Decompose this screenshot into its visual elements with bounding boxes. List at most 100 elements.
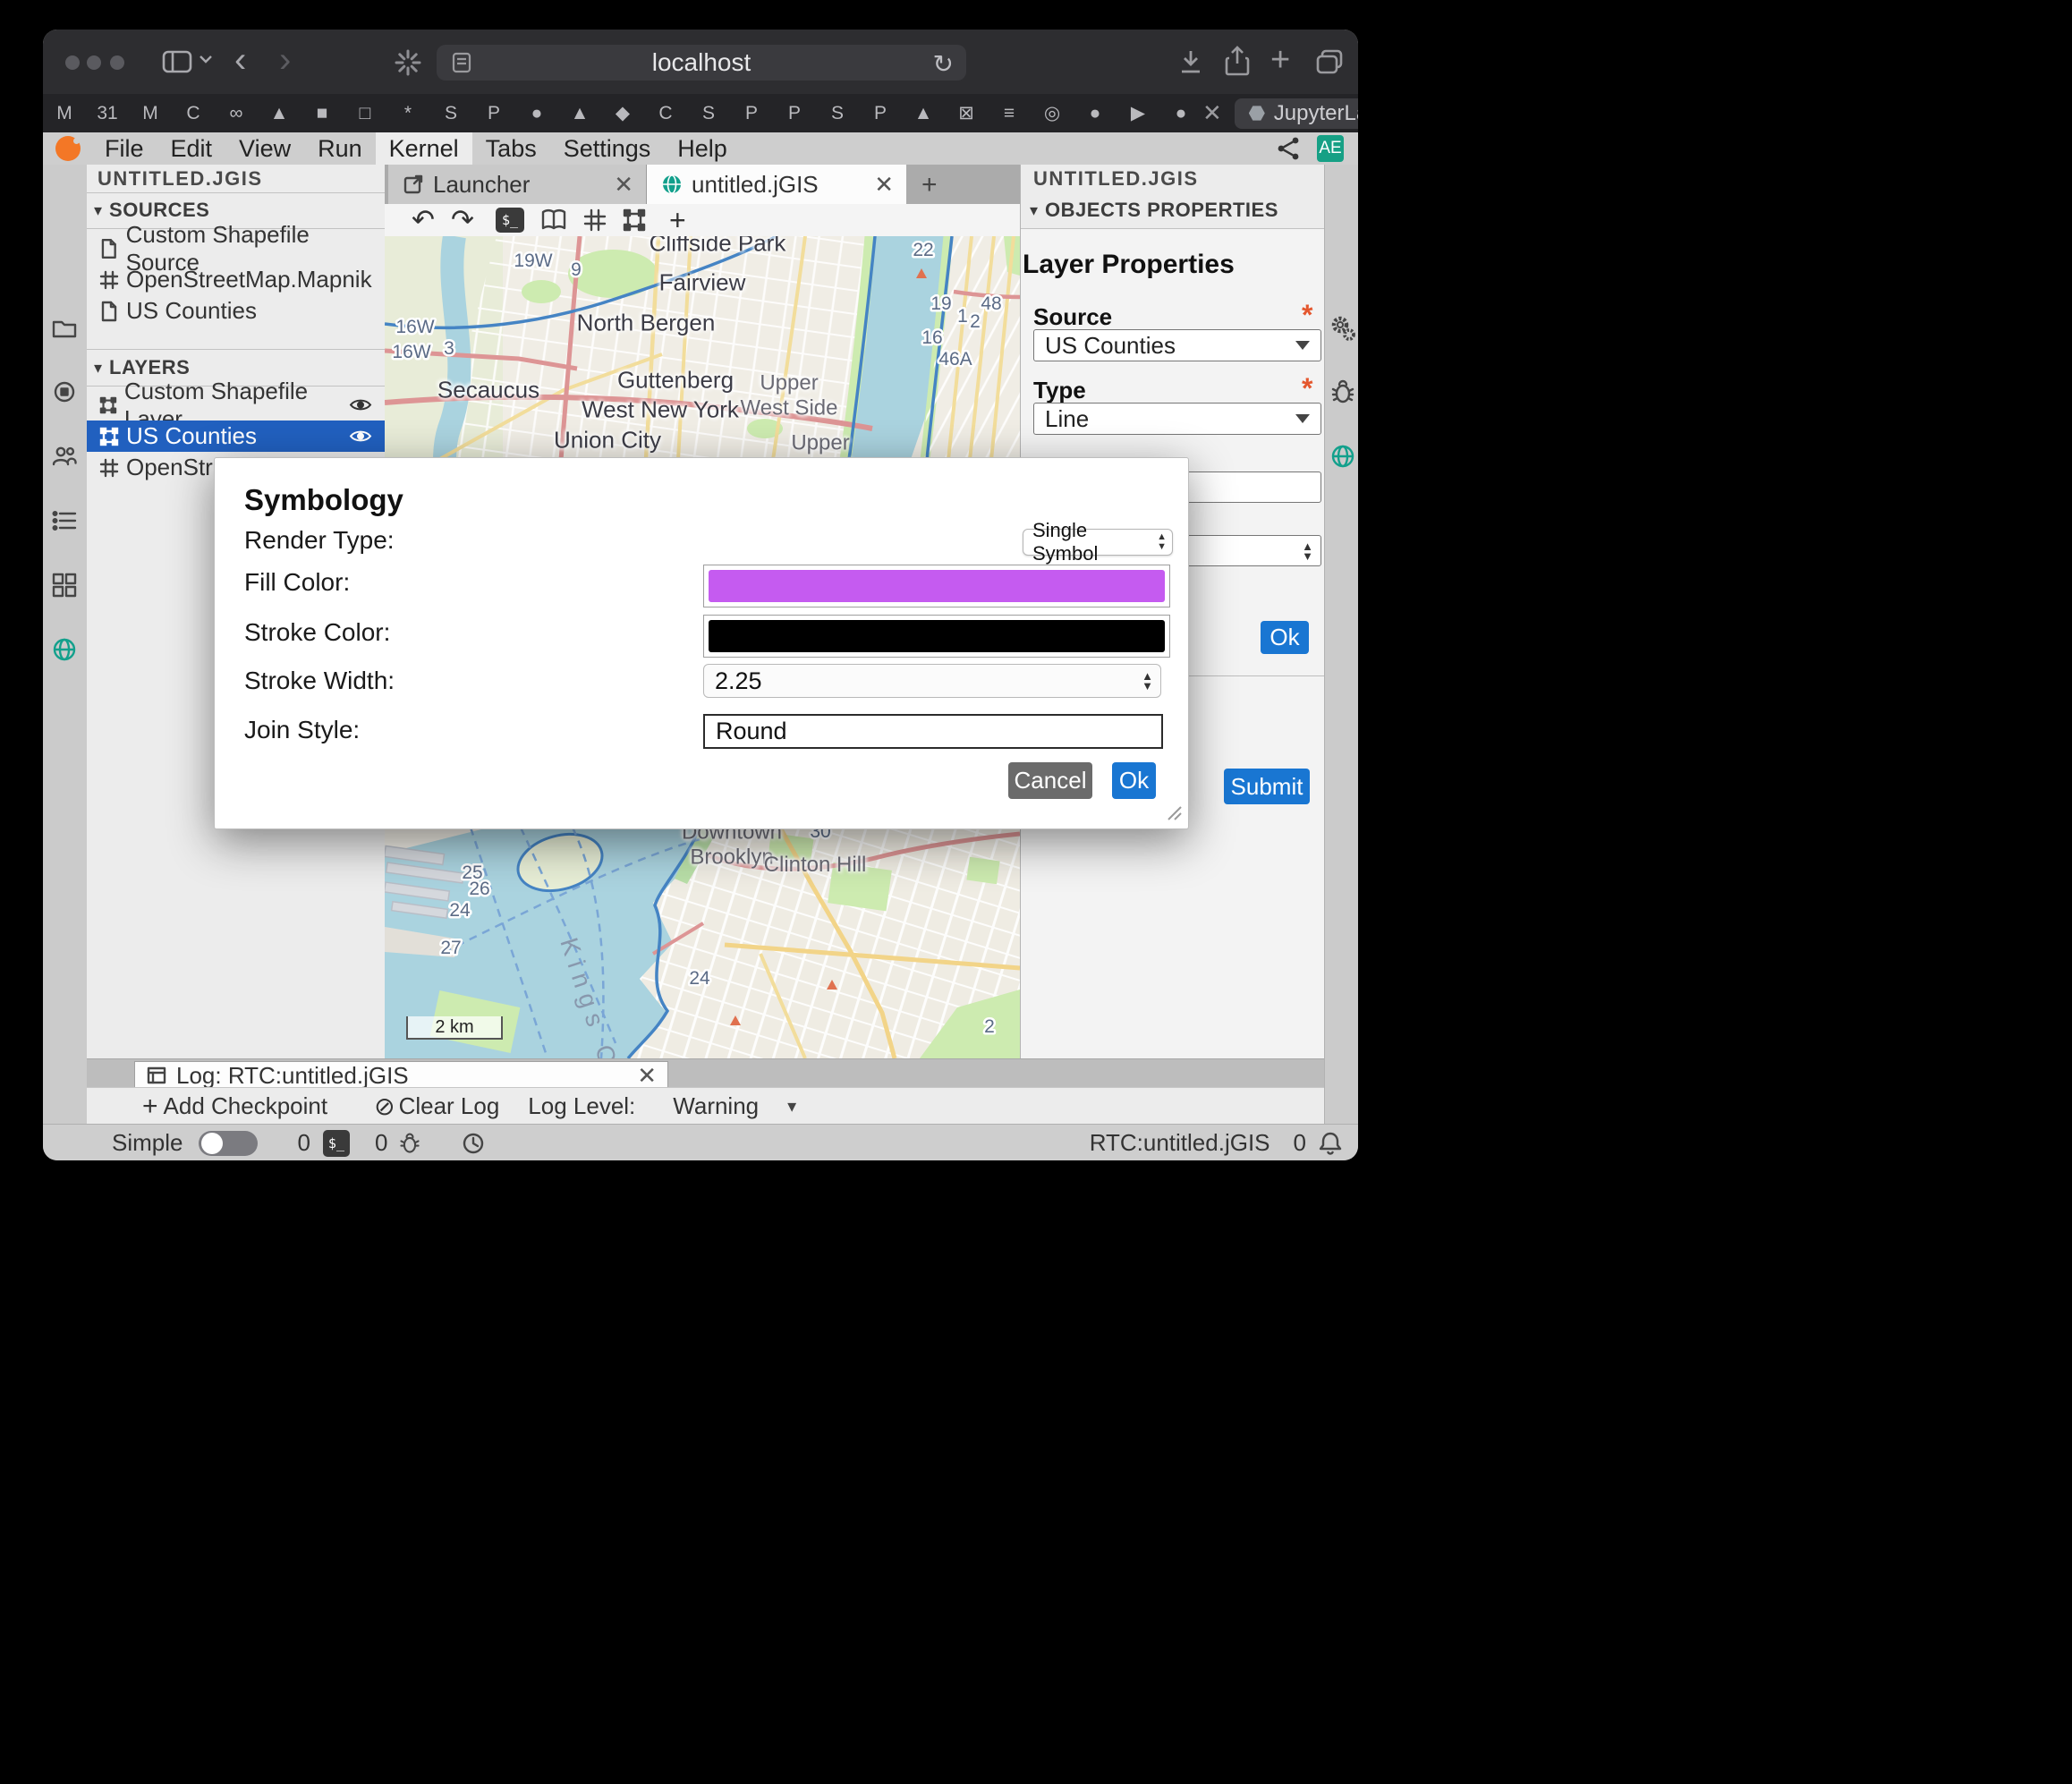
- traffic-light-close[interactable]: [65, 55, 80, 70]
- menu-edit[interactable]: Edit: [157, 132, 226, 165]
- favicon[interactable]: M: [43, 103, 86, 124]
- stroke-color-swatch[interactable]: [703, 615, 1170, 658]
- new-tab-icon[interactable]: +: [1270, 41, 1290, 80]
- url-bar[interactable]: localhost ↻: [437, 45, 966, 81]
- objects-properties-header[interactable]: ▾ OBJECTS PROPERTIES: [1021, 192, 1325, 229]
- favicon[interactable]: *: [386, 103, 429, 124]
- menu-view[interactable]: View: [225, 132, 304, 165]
- render-type-select[interactable]: Single Symbol ▲ ▼: [1023, 529, 1173, 556]
- log-level-value[interactable]: Warning: [673, 1092, 759, 1120]
- share-icon[interactable]: [1224, 46, 1251, 78]
- plus-icon[interactable]: +: [142, 1092, 158, 1122]
- favicon[interactable]: ●: [515, 103, 558, 124]
- favicon[interactable]: M: [129, 103, 172, 124]
- dialog-ok-button[interactable]: Ok: [1112, 762, 1156, 799]
- cancel-button[interactable]: Cancel: [1008, 762, 1092, 799]
- close-icon[interactable]: ✕: [637, 1062, 657, 1090]
- source-item-us-counties[interactable]: US Counties: [87, 295, 385, 327]
- open-map-icon[interactable]: [540, 208, 567, 232]
- collaboration-users-icon[interactable]: [51, 443, 78, 470]
- favicon[interactable]: ●: [1074, 103, 1117, 124]
- property-inspector-gears-icon[interactable]: [1329, 315, 1356, 342]
- favicon[interactable]: P: [472, 103, 515, 124]
- menu-kernel[interactable]: Kernel: [376, 132, 472, 165]
- bell-icon[interactable]: [1319, 1131, 1342, 1156]
- favicon[interactable]: □: [344, 103, 386, 124]
- favicon[interactable]: ▲: [258, 103, 301, 124]
- share-nodes-icon[interactable]: [1276, 136, 1301, 161]
- downloads-icon[interactable]: [1177, 47, 1204, 76]
- fill-color-swatch[interactable]: [703, 565, 1170, 607]
- favicon[interactable]: ◎: [1031, 102, 1074, 124]
- favicon[interactable]: ▶: [1117, 102, 1159, 124]
- eye-icon[interactable]: [349, 429, 372, 444]
- source-select[interactable]: US Counties: [1033, 329, 1321, 361]
- join-style-select[interactable]: Round: [703, 714, 1163, 749]
- rtc-status[interactable]: RTC:untitled.jGIS: [1090, 1129, 1270, 1157]
- history-icon[interactable]: [461, 1131, 486, 1156]
- close-icon[interactable]: ✕: [614, 171, 633, 199]
- tab-launcher[interactable]: Launcher ✕: [388, 165, 647, 204]
- source-item-openstreetmap[interactable]: OpenStreetMap.Mapnik: [87, 264, 385, 295]
- undo-icon[interactable]: ↶: [412, 204, 435, 236]
- clear-icon[interactable]: ⊘: [374, 1092, 395, 1121]
- favicon[interactable]: ◆: [601, 102, 644, 124]
- type-select[interactable]: Line: [1033, 403, 1321, 435]
- resize-handle[interactable]: [1165, 803, 1183, 821]
- reload-icon[interactable]: ↻: [933, 49, 954, 79]
- favicon[interactable]: ■: [301, 103, 344, 124]
- favicon[interactable]: P: [859, 103, 902, 124]
- favicon[interactable]: ≡: [988, 103, 1031, 124]
- chevron-down-icon[interactable]: ▾: [787, 1095, 796, 1117]
- close-icon[interactable]: ✕: [874, 171, 894, 199]
- stepper-down-icon[interactable]: ▼: [1142, 681, 1153, 691]
- favicon[interactable]: P: [730, 103, 773, 124]
- add-checkpoint-button[interactable]: Add Checkpoint: [164, 1092, 328, 1120]
- terminal-icon[interactable]: $_: [323, 1130, 350, 1157]
- traffic-light-zoom[interactable]: [110, 55, 124, 70]
- simple-mode-toggle[interactable]: [199, 1131, 258, 1156]
- forward-button[interactable]: ›: [279, 42, 291, 78]
- eye-icon[interactable]: [349, 397, 372, 412]
- favicon[interactable]: ∞: [215, 103, 258, 124]
- kernel-bug-icon[interactable]: [398, 1132, 421, 1155]
- panel-ok-button[interactable]: Ok: [1261, 621, 1309, 654]
- menu-settings[interactable]: Settings: [550, 132, 665, 165]
- favicon[interactable]: ▲: [558, 103, 601, 124]
- layer-item-custom-shapefile[interactable]: Custom Shapefile Layer: [87, 389, 385, 421]
- traffic-light-minimize[interactable]: [87, 55, 101, 70]
- favicon[interactable]: 31: [86, 103, 129, 124]
- submit-button[interactable]: Submit: [1224, 769, 1310, 804]
- favicon[interactable]: C: [644, 103, 687, 124]
- favicon[interactable]: S: [687, 103, 730, 124]
- favicon[interactable]: C: [172, 103, 215, 124]
- back-button[interactable]: ‹: [234, 42, 246, 78]
- menu-run[interactable]: Run: [304, 132, 376, 165]
- favicon[interactable]: S: [429, 103, 472, 124]
- running-sessions-icon[interactable]: [51, 378, 78, 405]
- sidebar-chevron-icon[interactable]: [199, 54, 213, 64]
- user-avatar[interactable]: AE: [1317, 135, 1344, 162]
- extension-manager-icon[interactable]: [51, 572, 78, 599]
- debugger-bug-icon[interactable]: [1329, 378, 1356, 405]
- favicon[interactable]: ●: [1159, 103, 1202, 124]
- tab-untitled-jgis[interactable]: untitled.jGIS ✕: [647, 165, 906, 204]
- source-item-custom-shapefile[interactable]: Custom Shapefile Source: [87, 233, 385, 264]
- new-tab-plus-icon[interactable]: +: [921, 170, 938, 200]
- menu-file[interactable]: File: [91, 132, 157, 165]
- menu-help[interactable]: Help: [664, 132, 741, 165]
- tab-overview-icon[interactable]: [1315, 48, 1344, 75]
- table-of-contents-icon[interactable]: [51, 507, 78, 534]
- favicon[interactable]: P: [773, 103, 816, 124]
- stroke-width-input[interactable]: 2.25 ▲ ▼: [703, 664, 1161, 698]
- clear-log-button[interactable]: Clear Log: [399, 1092, 500, 1120]
- favicon[interactable]: ⊠: [945, 102, 988, 124]
- browser-tab-jupyterlab[interactable]: JupyterLab: [1235, 98, 1358, 129]
- vector-layer-icon[interactable]: [623, 208, 646, 232]
- jgis-globe-icon[interactable]: [1329, 443, 1356, 470]
- favicon[interactable]: S: [816, 103, 859, 124]
- add-layer-plus-icon[interactable]: +: [669, 204, 686, 237]
- sidebar-toggle-icon[interactable]: [162, 49, 192, 74]
- jgis-globe-icon[interactable]: [51, 636, 78, 663]
- favicon[interactable]: ▲: [902, 103, 945, 124]
